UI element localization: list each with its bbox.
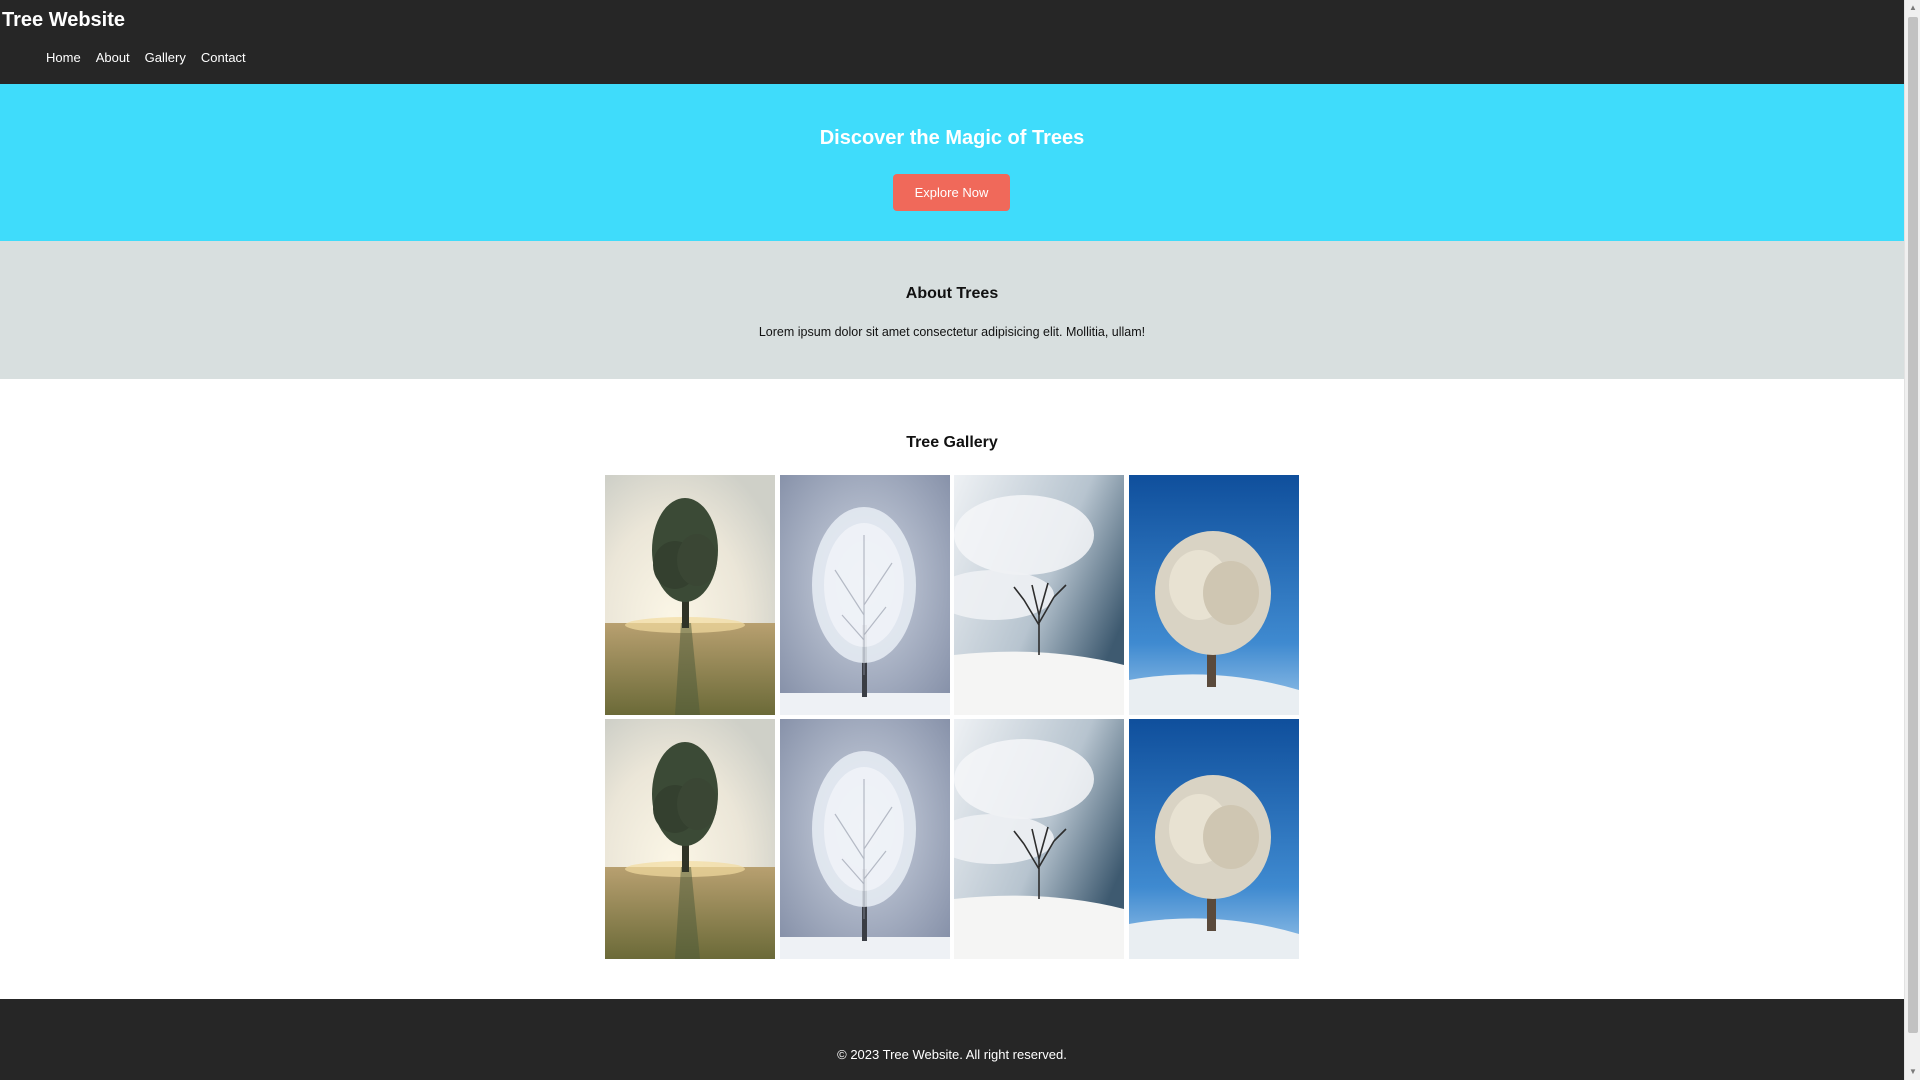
footer-copyright: © 2023 Tree Website. All right reserved. bbox=[837, 1047, 1067, 1062]
site-header: Tree Website Home About Gallery Contact bbox=[0, 0, 1904, 84]
site-footer: © 2023 Tree Website. All right reserved. bbox=[0, 999, 1904, 1080]
gallery-image-frosted-tree-grey-sky[interactable] bbox=[779, 475, 950, 715]
hero-title: Discover the Magic of Trees bbox=[819, 127, 1085, 149]
hero-section: Discover the Magic of Trees Explore Now bbox=[0, 84, 1904, 241]
gallery-image-bare-tree-snow-clouds[interactable] bbox=[954, 475, 1125, 715]
about-title: About Trees bbox=[905, 285, 999, 302]
gallery-image-sunset-field-tree[interactable] bbox=[605, 719, 775, 959]
explore-now-button[interactable]: Explore Now bbox=[893, 174, 1010, 211]
gallery-grid bbox=[605, 475, 1299, 959]
gallery-section: Tree Gallery bbox=[0, 379, 1904, 999]
gallery-image-sunset-field-tree[interactable] bbox=[605, 475, 775, 715]
nav-gallery-link[interactable]: Gallery bbox=[145, 50, 186, 65]
nav-home-link[interactable]: Home bbox=[46, 50, 81, 65]
nav-about-link[interactable]: About bbox=[96, 50, 130, 65]
gallery-image-frosted-tree-blue-sky[interactable] bbox=[1128, 719, 1299, 959]
page-scrollbar[interactable]: ▲ ▼ bbox=[1904, 0, 1920, 1080]
scroll-up-icon[interactable]: ▲ bbox=[1905, 0, 1920, 16]
gallery-image-frosted-tree-grey-sky[interactable] bbox=[779, 719, 950, 959]
page: Tree Website Home About Gallery Contact … bbox=[0, 0, 1904, 1080]
scroll-thumb[interactable] bbox=[1908, 17, 1918, 1033]
gallery-title: Tree Gallery bbox=[906, 434, 998, 451]
about-text: Lorem ipsum dolor sit amet consectetur a… bbox=[758, 325, 1146, 339]
site-title: Tree Website bbox=[2, 9, 126, 31]
nav-contact-link[interactable]: Contact bbox=[201, 50, 246, 65]
gallery-image-bare-tree-snow-clouds[interactable] bbox=[954, 719, 1125, 959]
scroll-down-icon[interactable]: ▼ bbox=[1905, 1064, 1920, 1080]
main-nav: Home About Gallery Contact bbox=[46, 50, 246, 65]
about-section: About Trees Lorem ipsum dolor sit amet c… bbox=[0, 241, 1904, 379]
gallery-image-frosted-tree-blue-sky[interactable] bbox=[1128, 475, 1299, 715]
